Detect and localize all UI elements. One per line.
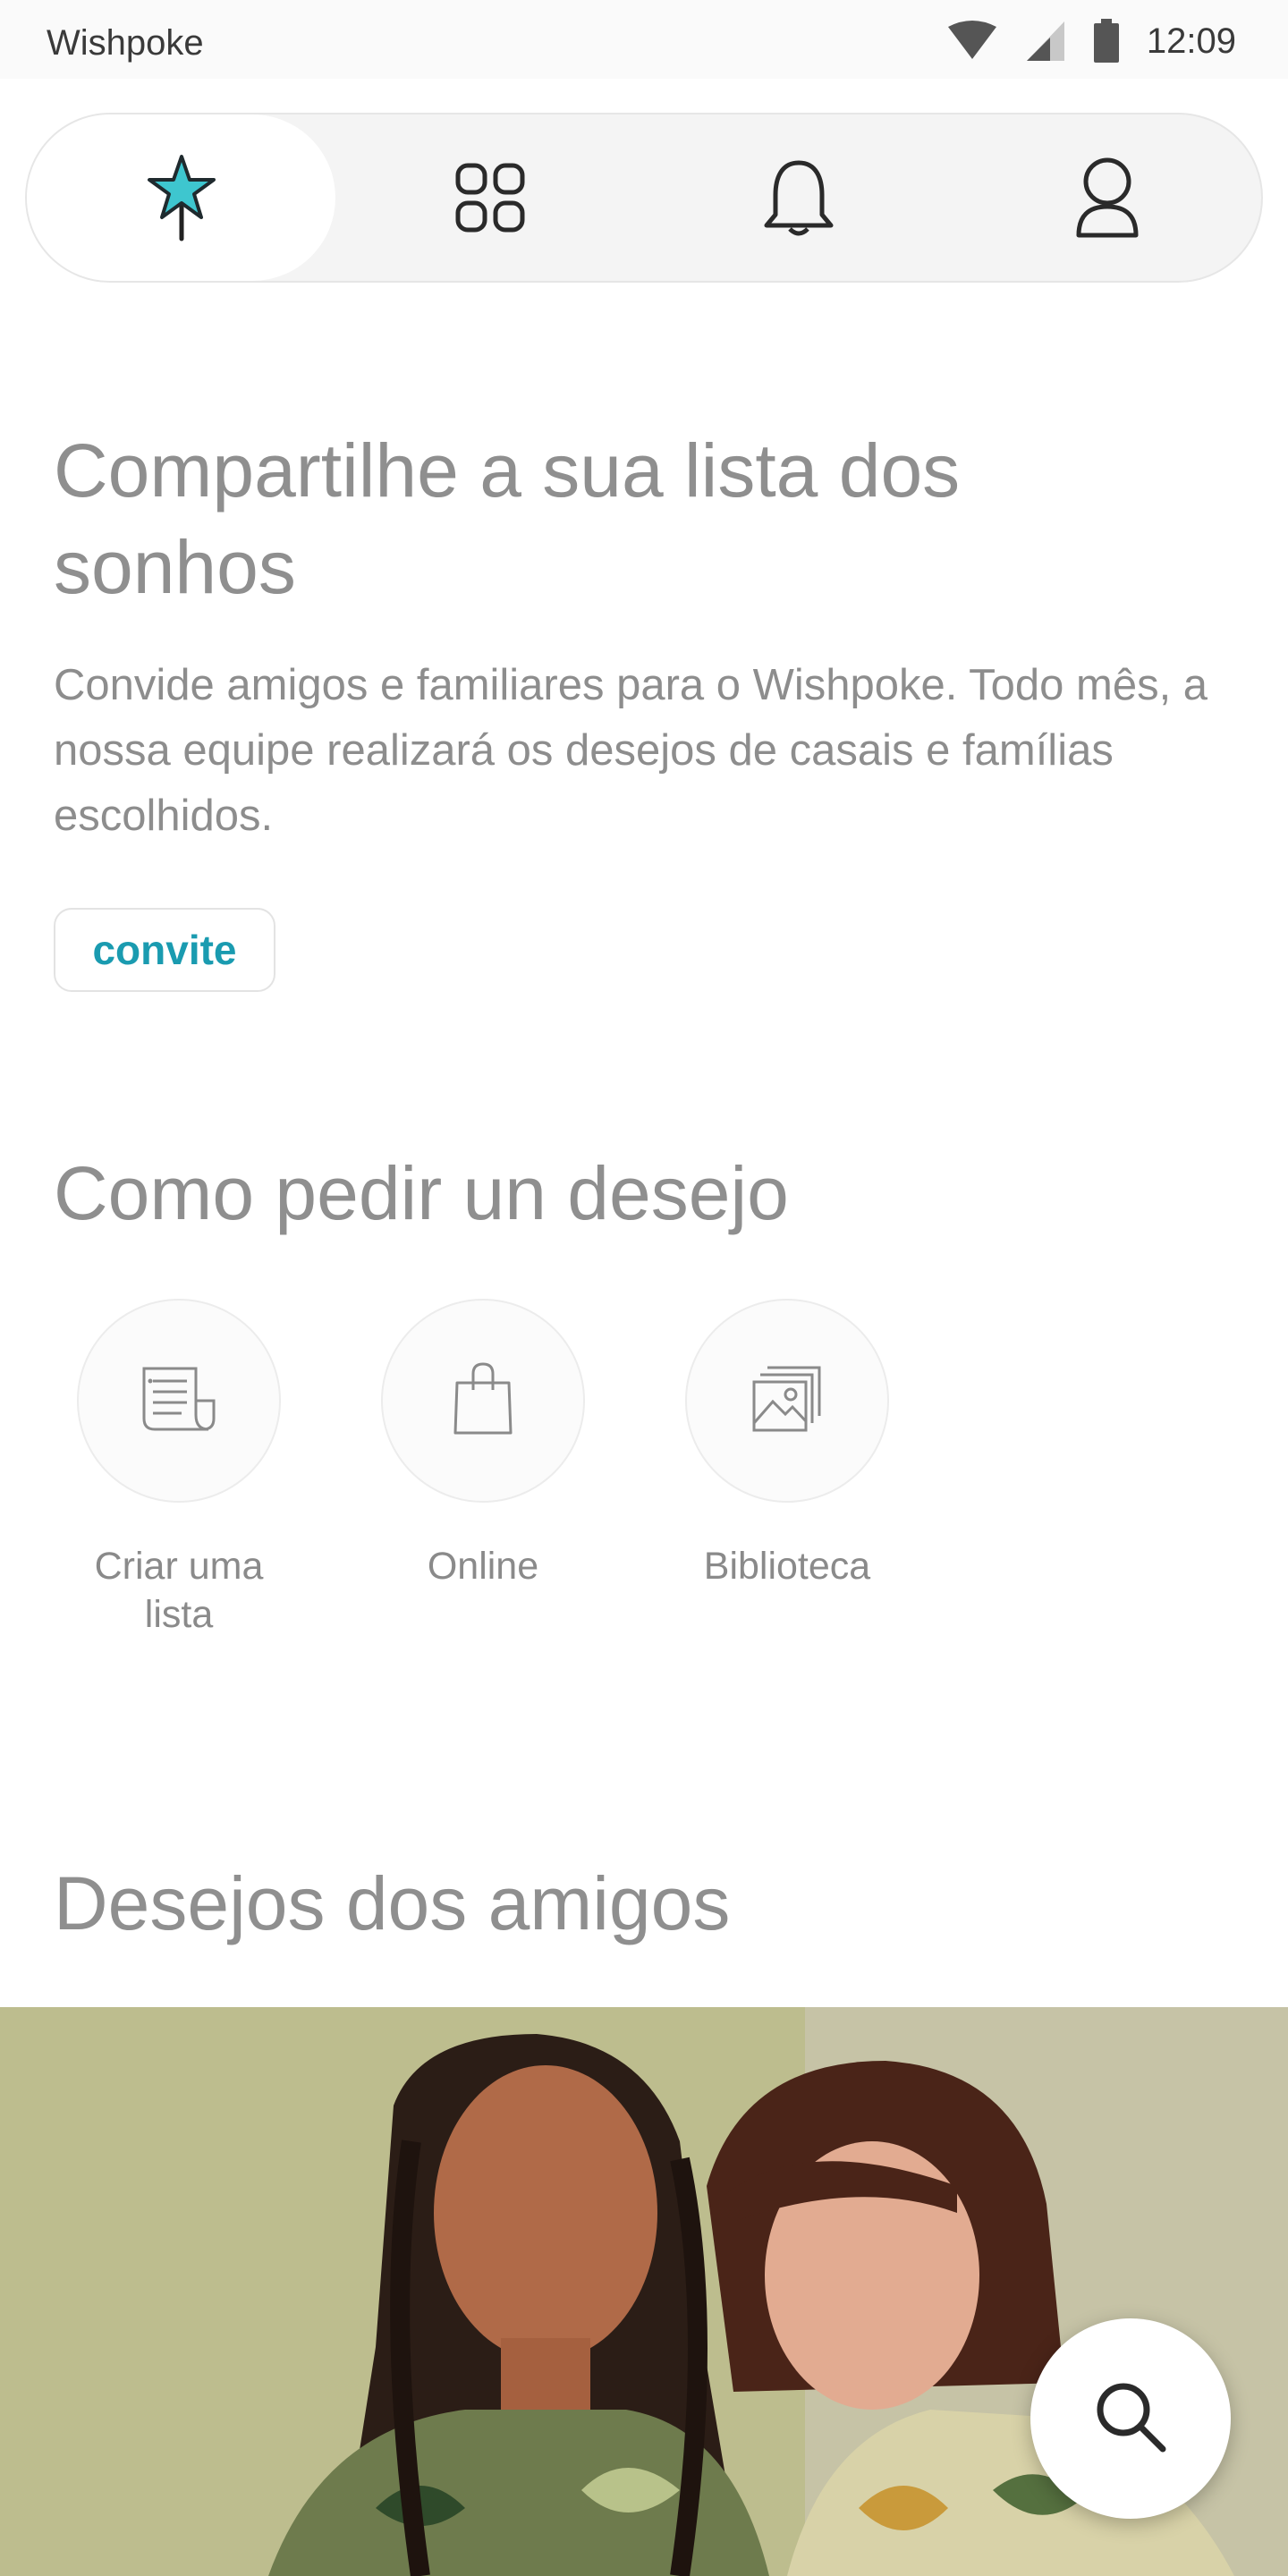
friends-title: Desejos dos amigos <box>54 1861 731 1945</box>
invite-text: Convide amigos e familiares para o Wishp… <box>54 661 1208 840</box>
grid-icon <box>454 162 526 233</box>
how-item-circle[interactable] <box>381 1299 585 1503</box>
status-time: 12:09 <box>1146 21 1236 61</box>
how-item-label: Biblioteca <box>703 1545 871 1588</box>
how-item-label: Online <box>427 1545 539 1588</box>
cellular-signal-icon <box>1025 20 1066 63</box>
main-nav <box>25 113 1263 283</box>
how-item-library[interactable]: Biblioteca <box>685 1299 891 1590</box>
how-item-label: Criar uma lista <box>94 1545 264 1636</box>
status-icons: 12:09 <box>946 19 1236 64</box>
invite-button[interactable]: convite <box>54 908 275 992</box>
invite-title: Compartilhe a sua lista dos sonhos <box>54 428 961 609</box>
status-bar: Wishpoke 12:09 <box>0 0 1288 79</box>
bell-icon <box>763 157 835 238</box>
how-item-circle[interactable] <box>685 1299 889 1503</box>
image-gallery-icon <box>751 1364 823 1438</box>
tab-categories[interactable] <box>335 114 644 281</box>
user-icon <box>1075 157 1140 239</box>
tab-profile[interactable] <box>953 114 1261 281</box>
how-title: Como pedir un desejo <box>54 1151 789 1235</box>
wifi-icon <box>946 20 998 63</box>
list-document-icon <box>140 1365 217 1437</box>
tab-wishes[interactable] <box>27 114 335 281</box>
search-icon <box>1093 2379 1168 2459</box>
search-button[interactable] <box>1030 2318 1231 2519</box>
how-item-create-list[interactable]: Criar uma lista <box>77 1299 283 1639</box>
wand-star-icon <box>146 153 217 242</box>
tab-notifications[interactable] <box>644 114 953 281</box>
how-item-circle[interactable] <box>77 1299 281 1503</box>
shopping-bag-icon <box>452 1361 514 1441</box>
battery-icon <box>1093 19 1120 64</box>
how-item-online[interactable]: Online <box>381 1299 587 1590</box>
status-app-name: Wishpoke <box>47 23 204 63</box>
